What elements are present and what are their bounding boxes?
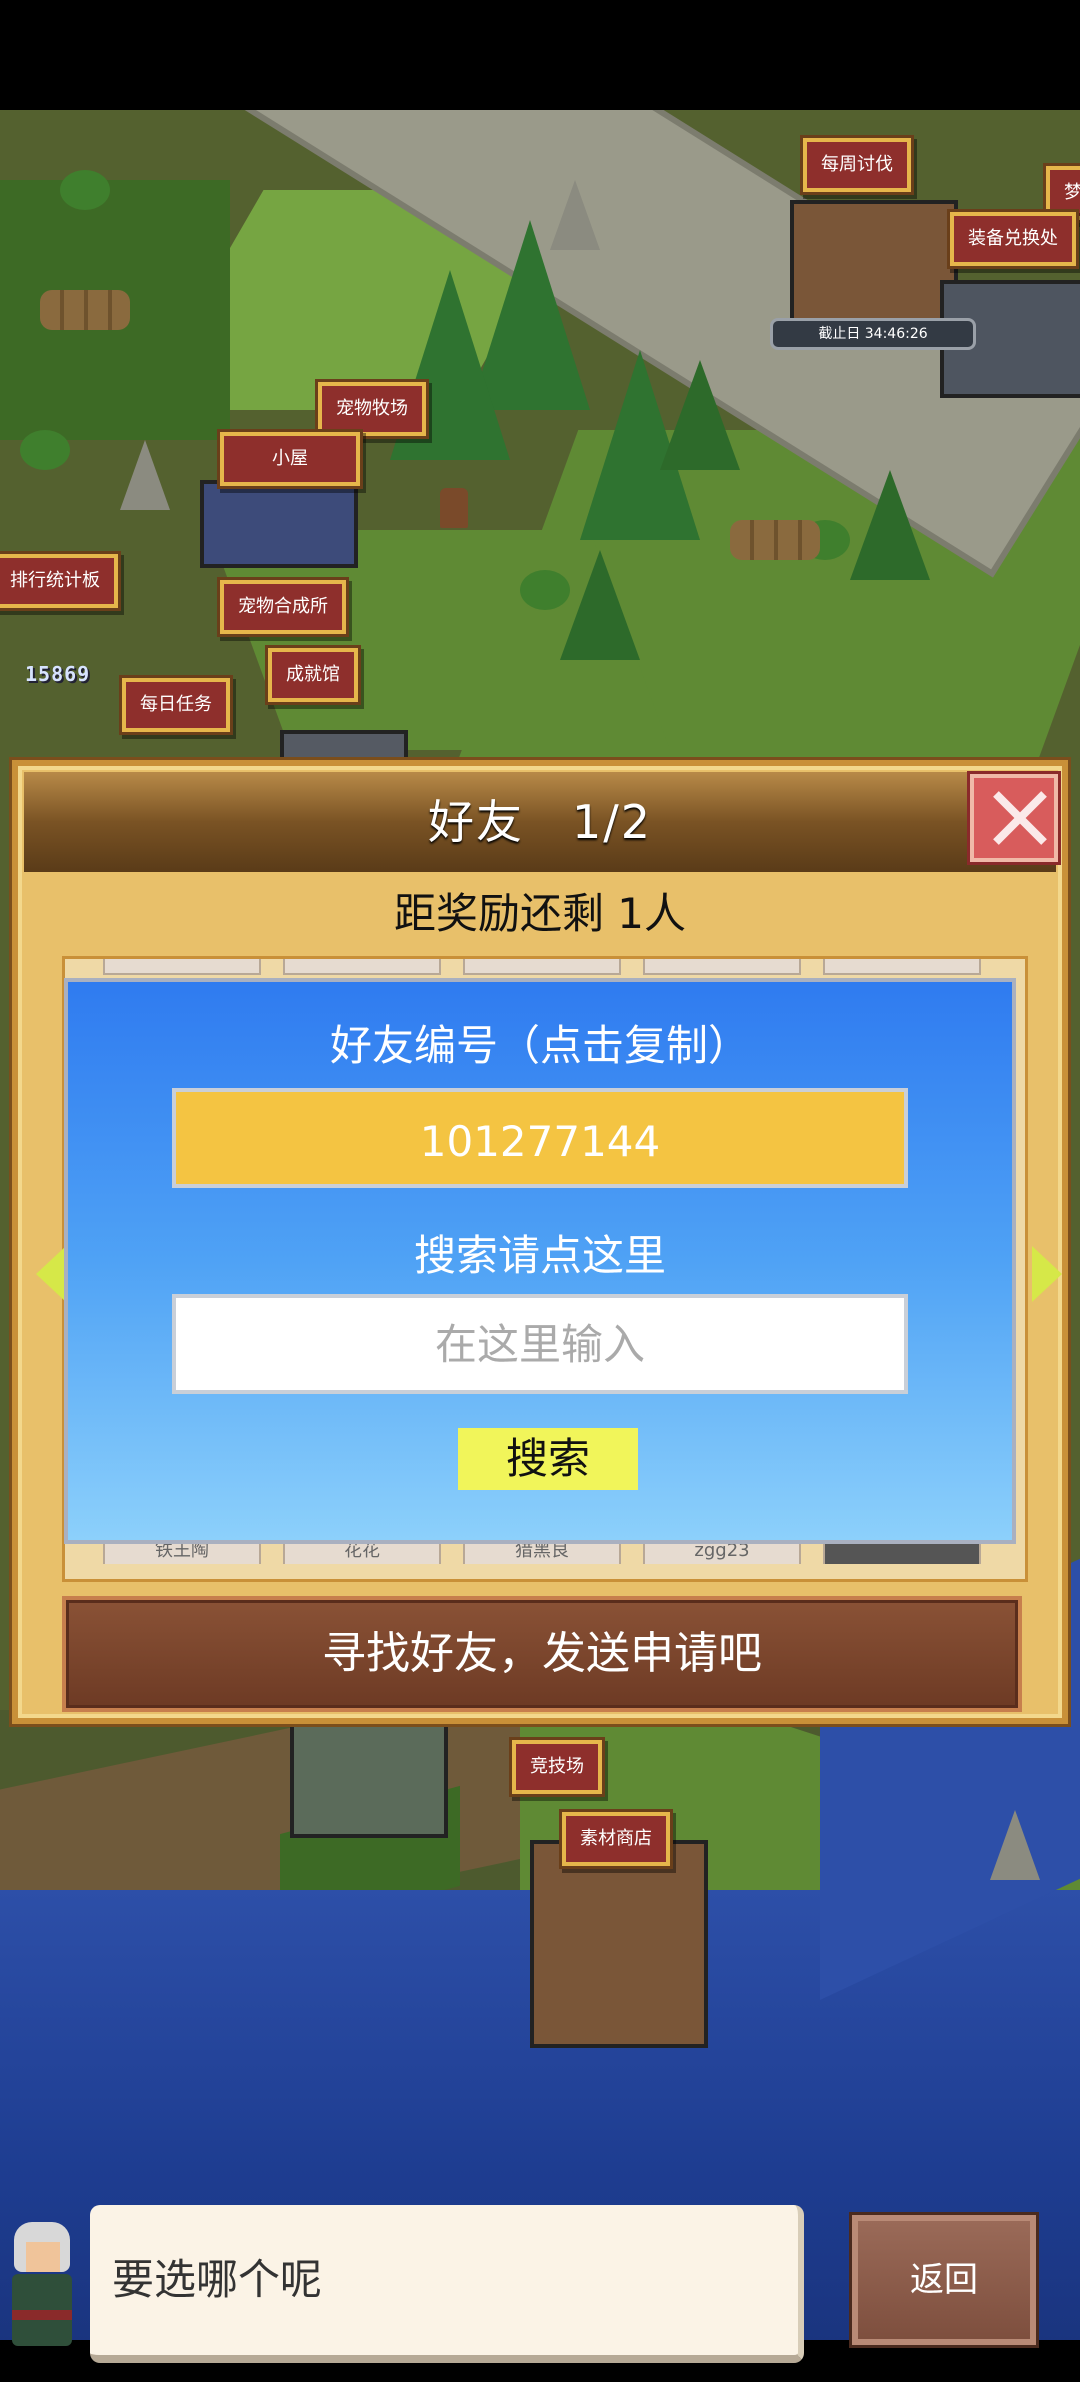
logs-icon — [730, 520, 820, 560]
friend-dialog: 好友 1/2 距奖励还剩 1人 铁王陶 花花 猎黑良 zgg23 好友编号（点击… — [12, 760, 1068, 1724]
deadline-timer: 截止日 34:46:26 — [770, 318, 976, 350]
friend-card[interactable] — [463, 959, 621, 975]
material-shop-building[interactable] — [530, 1840, 708, 2048]
tree-icon — [660, 360, 740, 470]
dialog-header: 好友 1/2 — [24, 772, 1056, 872]
score-counter: 15869 — [25, 662, 91, 686]
tree-icon — [560, 550, 640, 660]
avatar — [0, 2212, 82, 2362]
search-button[interactable]: 搜索 — [458, 1428, 638, 1490]
logs-icon — [40, 290, 130, 330]
sign-arena[interactable]: 竞技场 — [512, 1740, 602, 1794]
search-input[interactable] — [172, 1294, 908, 1394]
friend-id-panel: 好友编号（点击复制） 101277144 搜索请点这里 搜索 — [64, 978, 1016, 1544]
friend-card[interactable] — [643, 959, 801, 975]
sign-ranking[interactable]: 排行统计板 — [0, 554, 118, 608]
next-page-arrow-icon[interactable] — [1032, 1246, 1062, 1302]
sign-achievement[interactable]: 成就馆 — [268, 648, 358, 702]
npc-character[interactable] — [440, 488, 468, 528]
reward-remaining-text: 距奖励还剩 1人 — [393, 889, 687, 938]
tree-icon — [850, 470, 930, 580]
sign-pet-ranch[interactable]: 宠物牧场 — [318, 382, 426, 436]
friend-id-label[interactable]: 好友编号（点击复制） — [68, 1012, 1012, 1073]
rock-icon — [990, 1810, 1040, 1880]
hut-building[interactable] — [200, 480, 358, 568]
find-friends-button[interactable]: 寻找好友，发送申请吧 — [62, 1596, 1022, 1712]
speech-bubble: 要选哪个呢 — [90, 2205, 804, 2363]
sign-exchange[interactable]: 装备兑换处 — [950, 212, 1076, 266]
rock-icon — [550, 180, 600, 250]
sign-material-shop[interactable]: 素材商店 — [562, 1812, 670, 1866]
friend-card[interactable] — [283, 959, 441, 975]
friend-card[interactable] — [823, 959, 981, 975]
bush-icon — [60, 170, 110, 210]
status-bar — [0, 0, 1080, 110]
bush-icon — [520, 570, 570, 610]
sign-hut[interactable]: 小屋 — [220, 432, 360, 486]
bush-icon — [20, 430, 70, 470]
rock-icon — [120, 440, 170, 510]
prev-page-arrow-icon[interactable] — [36, 1246, 66, 1302]
sign-pet-fusion[interactable]: 宠物合成所 — [220, 580, 346, 634]
close-button[interactable] — [970, 774, 1058, 862]
back-button[interactable]: 返回 — [852, 2215, 1036, 2345]
sign-daily[interactable]: 每日任务 — [122, 678, 230, 732]
friend-id-copy-box[interactable]: 101277144 — [172, 1088, 908, 1188]
sign-weekly[interactable]: 每周讨伐 — [803, 138, 911, 192]
speech-text: 要选哪个呢 — [112, 2255, 323, 2304]
friend-card[interactable] — [103, 959, 261, 975]
dialog-title: 好友 1/2 — [427, 795, 653, 849]
search-label: 搜索请点这里 — [413, 1231, 666, 1280]
arena-building[interactable] — [290, 1710, 448, 1838]
